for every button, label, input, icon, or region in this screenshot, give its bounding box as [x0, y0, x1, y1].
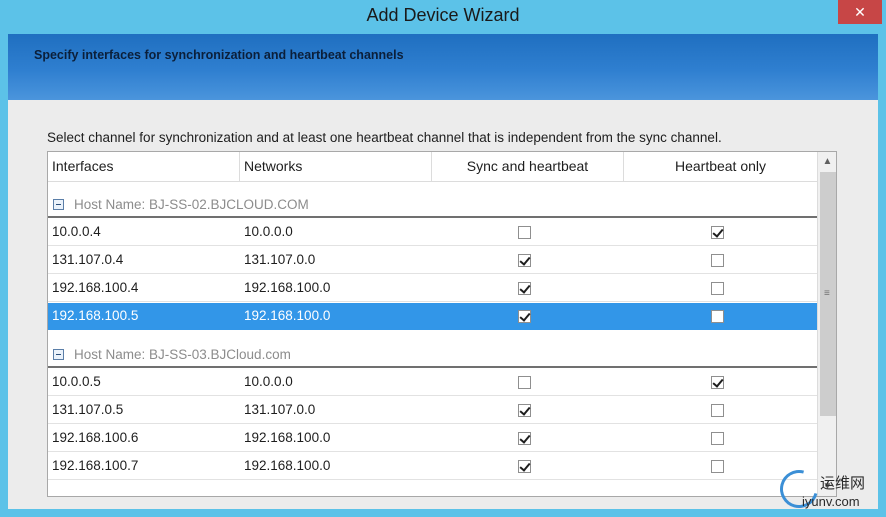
heartbeat-only-checkbox[interactable]	[711, 226, 724, 239]
network-cell: 192.168.100.0	[244, 280, 331, 295]
title-bar[interactable]: Add Device Wizard ✕	[0, 0, 886, 34]
watermark-url: iyunv.com	[802, 494, 860, 509]
interface-cell: 10.0.0.4	[52, 224, 101, 239]
interface-cell: 192.168.100.4	[52, 280, 139, 295]
grid-header: Interfaces Networks Sync and heartbeat H…	[48, 152, 817, 182]
interface-cell: 192.168.100.5	[52, 308, 139, 323]
table-row[interactable]: 192.168.100.4 192.168.100.0	[48, 275, 817, 302]
column-header-networks[interactable]: Networks	[240, 152, 432, 182]
network-cell: 10.0.0.0	[244, 374, 293, 389]
sync-heartbeat-checkbox[interactable]	[518, 460, 531, 473]
interface-cell: 131.107.0.4	[52, 252, 124, 267]
host-group-header: Host Name: BJ-SS-03.BJCloud.com	[48, 342, 817, 368]
wizard-body: Specify interfaces for synchronization a…	[8, 34, 878, 509]
heartbeat-only-checkbox[interactable]	[711, 404, 724, 417]
column-header-heartbeat-only[interactable]: Heartbeat only	[624, 152, 817, 182]
network-cell: 192.168.100.0	[244, 308, 331, 323]
network-cell: 192.168.100.0	[244, 430, 331, 445]
add-device-wizard-window: Add Device Wizard ✕ Specify interfaces f…	[0, 0, 886, 517]
interface-cell: 131.107.0.5	[52, 402, 124, 417]
page-header-banner: Specify interfaces for synchronization a…	[8, 34, 878, 100]
vertical-scrollbar[interactable]: ▲ ≡ ▼	[817, 152, 836, 496]
heartbeat-only-checkbox[interactable]	[711, 310, 724, 323]
sync-heartbeat-checkbox[interactable]	[518, 226, 531, 239]
network-cell: 131.107.0.0	[244, 402, 316, 417]
sync-heartbeat-checkbox[interactable]	[518, 432, 531, 445]
table-row[interactable]: 192.168.100.6 192.168.100.0	[48, 425, 817, 452]
heartbeat-only-checkbox[interactable]	[711, 254, 724, 267]
sync-heartbeat-checkbox[interactable]	[518, 310, 531, 323]
group-divider	[48, 216, 817, 218]
interface-cell: 192.168.100.7	[52, 458, 139, 473]
scroll-up-icon[interactable]: ▲	[818, 152, 836, 171]
network-cell: 10.0.0.0	[244, 224, 293, 239]
heartbeat-only-checkbox[interactable]	[711, 376, 724, 389]
grip-icon: ≡	[824, 288, 830, 299]
column-header-interfaces[interactable]: Interfaces	[48, 152, 240, 182]
page-heading: Specify interfaces for synchronization a…	[34, 48, 404, 62]
window-title: Add Device Wizard	[366, 5, 520, 25]
network-cell: 192.168.100.0	[244, 458, 331, 473]
table-row[interactable]: 10.0.0.5 10.0.0.0	[48, 369, 817, 396]
table-row[interactable]: 192.168.100.5 192.168.100.0	[48, 303, 817, 330]
heartbeat-only-checkbox[interactable]	[711, 460, 724, 473]
collapse-expander-icon[interactable]	[53, 349, 64, 360]
interface-cell: 192.168.100.6	[52, 430, 139, 445]
table-row[interactable]: 131.107.0.5 131.107.0.0	[48, 397, 817, 424]
sync-heartbeat-checkbox[interactable]	[518, 376, 531, 389]
sync-heartbeat-checkbox[interactable]	[518, 254, 531, 267]
host-name-label: Host Name: BJ-SS-02.BJCLOUD.COM	[74, 197, 309, 212]
table-row[interactable]: 192.168.100.7 192.168.100.0	[48, 453, 817, 480]
table-row[interactable]: 131.107.0.4 131.107.0.0	[48, 247, 817, 274]
host-group-header: Host Name: BJ-SS-02.BJCLOUD.COM	[48, 192, 817, 218]
close-button[interactable]: ✕	[838, 0, 882, 24]
collapse-expander-icon[interactable]	[53, 199, 64, 210]
heartbeat-only-checkbox[interactable]	[711, 282, 724, 295]
network-cell: 131.107.0.0	[244, 252, 316, 267]
interfaces-grid[interactable]: Interfaces Networks Sync and heartbeat H…	[47, 151, 837, 497]
column-header-sync-and-heartbeat[interactable]: Sync and heartbeat	[432, 152, 624, 182]
table-row[interactable]: 10.0.0.4 10.0.0.0	[48, 219, 817, 246]
sync-heartbeat-checkbox[interactable]	[518, 404, 531, 417]
host-name-label: Host Name: BJ-SS-03.BJCloud.com	[74, 347, 291, 362]
watermark-chinese: 运维网	[820, 474, 866, 492]
scrollbar-thumb[interactable]: ≡	[820, 172, 836, 416]
heartbeat-only-checkbox[interactable]	[711, 432, 724, 445]
sync-heartbeat-checkbox[interactable]	[518, 282, 531, 295]
site-watermark: 运维网 iyunv.com	[773, 463, 886, 515]
instruction-text: Select channel for synchronization and a…	[47, 130, 722, 145]
interface-cell: 10.0.0.5	[52, 374, 101, 389]
group-divider	[48, 366, 817, 368]
